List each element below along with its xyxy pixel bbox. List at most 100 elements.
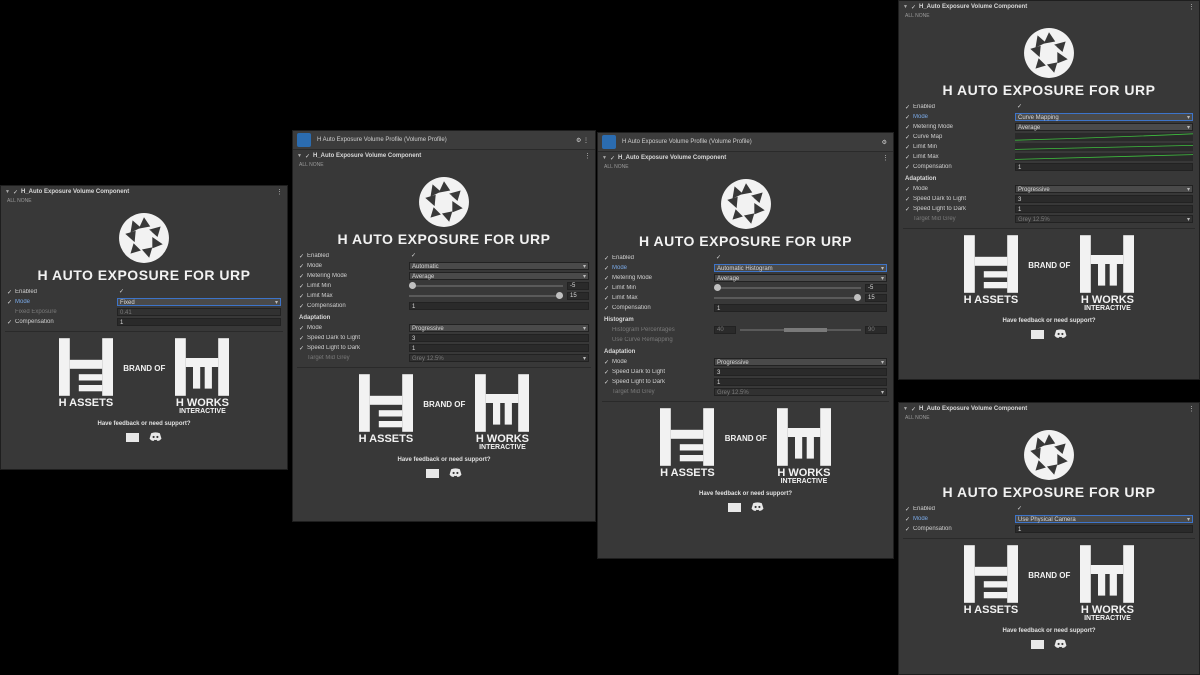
- override-checkbox[interactable]: ✓: [905, 144, 913, 151]
- component-header[interactable]: ▼ ✓ H_Auto Exposure Volume Component ⋮: [1, 186, 287, 198]
- limit-min-slider[interactable]: -5: [409, 282, 589, 290]
- foldout-arrow-icon[interactable]: ▼: [903, 4, 908, 10]
- use-curve-remapping-checkbox[interactable]: [714, 336, 887, 344]
- component-enable-checkbox[interactable]: ✓: [911, 406, 916, 413]
- compensation-field[interactable]: 1: [409, 302, 589, 310]
- enabled-checkbox[interactable]: ✓: [714, 254, 887, 262]
- compensation-field[interactable]: 1: [117, 318, 281, 326]
- mode-dropdown[interactable]: Fixed: [117, 298, 281, 307]
- all-none-links[interactable]: ALL NONE: [899, 13, 1199, 21]
- foldout-arrow-icon[interactable]: ▼: [5, 189, 10, 195]
- enabled-checkbox[interactable]: ✓: [409, 252, 589, 260]
- override-checkbox[interactable]: ✓: [299, 253, 307, 260]
- more-options-icon[interactable]: ⋮: [1188, 405, 1195, 413]
- all-none-links[interactable]: ALL NONE: [899, 415, 1199, 423]
- more-options-icon[interactable]: ⋮: [584, 152, 591, 160]
- override-checkbox[interactable]: ✓: [905, 164, 913, 171]
- mail-icon[interactable]: [727, 503, 741, 512]
- override-checkbox[interactable]: ✓: [604, 275, 612, 282]
- component-header[interactable]: ▼ ✓ H_Auto Exposure Volume Component ⋮: [598, 152, 893, 164]
- override-checkbox[interactable]: ✓: [299, 335, 307, 342]
- override-checkbox[interactable]: ✓: [299, 263, 307, 270]
- override-checkbox[interactable]: ✓: [604, 295, 612, 302]
- mode-dropdown[interactable]: Curve Mapping: [1015, 113, 1193, 122]
- discord-icon[interactable]: [1054, 639, 1067, 649]
- mail-icon[interactable]: [426, 469, 439, 478]
- override-checkbox[interactable]: ✓: [299, 345, 307, 352]
- override-checkbox[interactable]: ✓: [905, 114, 913, 121]
- discord-icon[interactable]: [1054, 329, 1067, 339]
- override-checkbox[interactable]: ✓: [604, 359, 612, 366]
- compensation-field[interactable]: 1: [1015, 163, 1193, 171]
- adaptation-mode-dropdown[interactable]: Progressive: [1015, 185, 1193, 194]
- mail-icon[interactable]: [1031, 640, 1044, 649]
- discord-icon[interactable]: [449, 468, 462, 478]
- component-enable-checkbox[interactable]: ✓: [305, 153, 310, 160]
- settings-gear-icon[interactable]: ⚙: [882, 139, 887, 146]
- speed-light-to-dark-field[interactable]: 1: [714, 378, 887, 386]
- all-none-links[interactable]: ALL NONE: [293, 162, 595, 170]
- limit-min-curve-field[interactable]: [1015, 143, 1193, 151]
- component-enable-checkbox[interactable]: ✓: [911, 4, 916, 11]
- component-header[interactable]: ▼ ✓ H_Auto Exposure Volume Component ⋮: [293, 150, 595, 162]
- curve-map-field[interactable]: [1015, 133, 1193, 141]
- target-mid-grey-dropdown[interactable]: Grey 12.5%: [409, 354, 589, 363]
- histogram-range-slider[interactable]: 40 90: [714, 326, 887, 334]
- target-mid-grey-dropdown[interactable]: Grey 12.5%: [714, 388, 887, 397]
- discord-icon[interactable]: [751, 502, 764, 512]
- more-options-icon[interactable]: ⋮: [1188, 3, 1195, 11]
- override-checkbox[interactable]: ✓: [905, 506, 913, 513]
- override-checkbox[interactable]: ✓: [604, 305, 612, 312]
- override-checkbox[interactable]: ✓: [905, 206, 913, 213]
- metering-mode-dropdown[interactable]: Average: [1015, 123, 1193, 132]
- component-enable-checkbox[interactable]: ✓: [13, 189, 18, 196]
- enabled-checkbox[interactable]: ✓: [1015, 103, 1193, 111]
- override-checkbox[interactable]: ✓: [905, 154, 913, 161]
- override-checkbox[interactable]: ✓: [604, 285, 612, 292]
- compensation-field[interactable]: 1: [1015, 525, 1193, 533]
- component-enable-checkbox[interactable]: ✓: [610, 155, 615, 162]
- speed-dark-to-light-field[interactable]: 3: [714, 368, 887, 376]
- override-checkbox[interactable]: ✓: [299, 273, 307, 280]
- override-checkbox[interactable]: ✓: [905, 526, 913, 533]
- override-checkbox[interactable]: ✓: [299, 293, 307, 300]
- limit-max-slider[interactable]: 15: [714, 294, 887, 302]
- more-options-icon[interactable]: ⋮: [276, 188, 283, 196]
- adaptation-mode-dropdown[interactable]: Progressive: [409, 324, 589, 333]
- mail-icon[interactable]: [126, 433, 139, 442]
- limit-min-slider[interactable]: -5: [714, 284, 887, 292]
- speed-dark-to-light-field[interactable]: 3: [409, 334, 589, 342]
- foldout-arrow-icon[interactable]: ▼: [297, 153, 302, 159]
- mail-icon[interactable]: [1031, 330, 1044, 339]
- override-checkbox[interactable]: ✓: [7, 319, 15, 326]
- speed-light-to-dark-field[interactable]: 1: [409, 344, 589, 352]
- discord-icon[interactable]: [149, 432, 162, 442]
- override-checkbox[interactable]: ✓: [905, 124, 913, 131]
- override-checkbox[interactable]: ✓: [299, 283, 307, 290]
- target-mid-grey-dropdown[interactable]: Grey 12.5%: [1015, 215, 1193, 224]
- override-checkbox[interactable]: ✓: [7, 289, 15, 296]
- override-checkbox[interactable]: ✓: [299, 325, 307, 332]
- override-checkbox[interactable]: ✓: [604, 265, 612, 272]
- settings-gear-icon[interactable]: ⚙ ⋮: [576, 137, 589, 144]
- all-none-links[interactable]: ALL NONE: [1, 198, 287, 206]
- limit-max-slider[interactable]: 15: [409, 292, 589, 300]
- override-checkbox[interactable]: ✓: [299, 303, 307, 310]
- all-none-links[interactable]: ALL NONE: [598, 164, 893, 172]
- compensation-field[interactable]: 1: [714, 304, 887, 312]
- limit-max-curve-field[interactable]: [1015, 153, 1193, 161]
- override-checkbox[interactable]: ✓: [905, 516, 913, 523]
- override-checkbox[interactable]: ✓: [905, 104, 913, 111]
- override-checkbox[interactable]: ✓: [604, 379, 612, 386]
- enabled-checkbox[interactable]: ✓: [117, 288, 281, 296]
- mode-dropdown[interactable]: Automatic: [409, 262, 589, 271]
- metering-mode-dropdown[interactable]: Average: [714, 274, 887, 283]
- enabled-checkbox[interactable]: ✓: [1015, 505, 1193, 513]
- adaptation-mode-dropdown[interactable]: Progressive: [714, 358, 887, 367]
- mode-dropdown[interactable]: Use Physical Camera: [1015, 515, 1193, 524]
- metering-mode-dropdown[interactable]: Average: [409, 272, 589, 281]
- override-checkbox[interactable]: ✓: [604, 255, 612, 262]
- component-header[interactable]: ▼ ✓ H_Auto Exposure Volume Component ⋮: [899, 1, 1199, 13]
- override-checkbox[interactable]: ✓: [905, 134, 913, 141]
- override-checkbox[interactable]: ✓: [905, 186, 913, 193]
